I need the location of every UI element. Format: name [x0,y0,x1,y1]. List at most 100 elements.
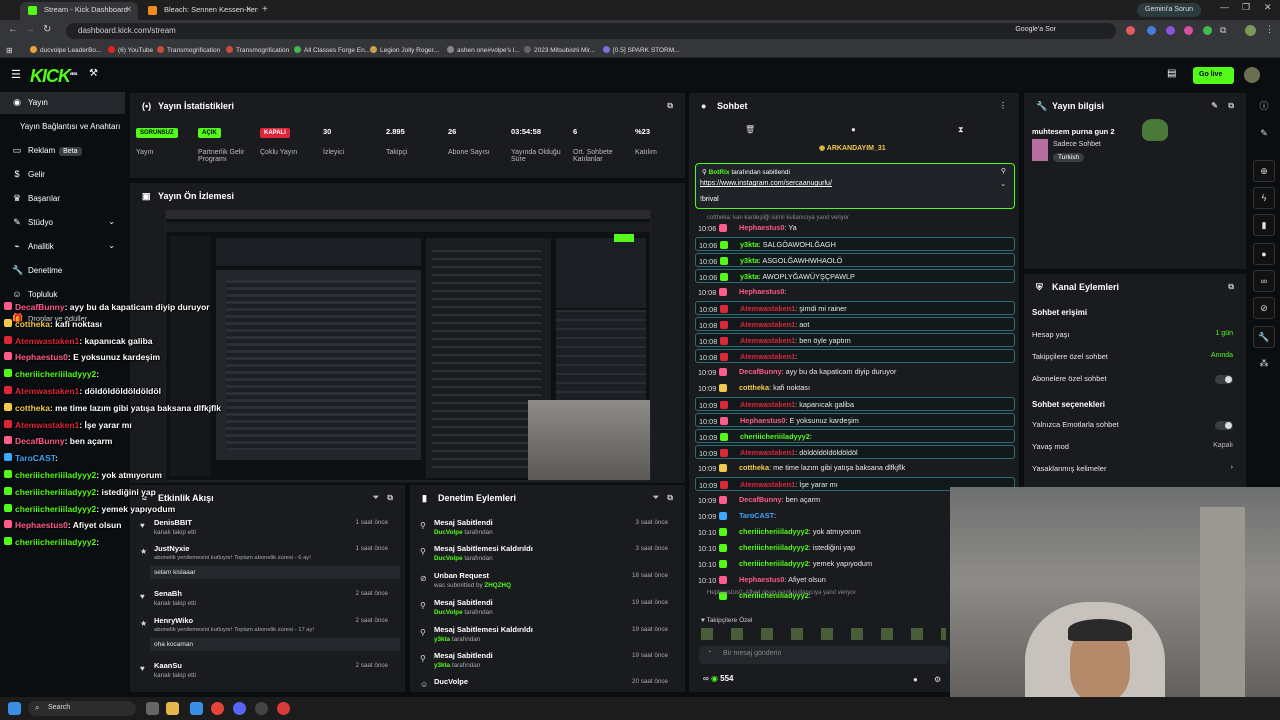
filter-icon[interactable]: ⏷ [373,493,379,503]
app-icon[interactable] [277,702,290,715]
chat-username[interactable]: Atemwastaken1 [740,352,795,361]
chat-message[interactable]: 10:09 Atemwastaken1: kapanıcak galiba [695,397,1015,411]
forward-icon[interactable]: → [25,24,35,35]
chat-username[interactable]: TaroCAST [739,511,774,520]
bookmark-item[interactable]: 2023 Mitsubishi Mir... [524,46,595,54]
tab-stream[interactable]: Stream - Kick Dashboard ✕ [20,2,138,20]
sidebar-item-basarilar[interactable]: ♛ Başarılar [0,188,125,210]
chat-username[interactable]: cheriiicheriiiladyyy2 [739,559,809,568]
minimize-icon[interactable]: — [1220,2,1229,12]
info-icon[interactable]: ⓘ [1253,96,1275,118]
lightning-icon[interactable]: ϟ [1253,187,1275,209]
gemini-button[interactable]: Gemini'a Sorun [1137,3,1202,17]
popout-icon[interactable]: ⧉ [1228,282,1234,292]
chat-username[interactable]: Atemwastaken1 [740,336,795,345]
chat-message[interactable]: 10:06 y3kta: SALGÖAWOHLĞAGH [695,237,1015,251]
document-icon[interactable]: ▮ [1253,214,1275,236]
gear-icon[interactable]: ⚙ [934,675,941,684]
store-icon[interactable]: ▤ [1167,68,1176,79]
sidebar-item-analitik[interactable]: ⌁ Analitik ⌄ [0,236,125,258]
edit-icon[interactable]: ✎ [1253,123,1275,145]
emote-only-toggle[interactable] [1215,421,1233,430]
chat-username[interactable]: Hephaestus0 [739,575,784,584]
bookmark-item[interactable]: ducvolpe LeaderBo... [30,46,101,54]
chat-message[interactable]: 10:08 Atemwastaken1: [695,349,1015,363]
bookmark-item[interactable]: [0.5] SPARK STORM... [603,46,680,54]
google-ask-button[interactable]: Google'a Sor [1015,26,1056,33]
back-icon[interactable]: ← [8,24,18,35]
popout-icon[interactable]: ⧉ [387,493,393,503]
pinned-link[interactable]: https://www.instagram.com/sercaanugurlu/ [700,180,832,187]
ban-icon[interactable]: ⊘ [1253,297,1275,319]
sidebar-item-stream-key[interactable]: Yayın Bağlantısı ve Anahtarı [0,116,125,138]
chat-message[interactable]: 10:08 Hephaestus0: [695,285,1015,299]
extension-icon[interactable] [1166,26,1175,35]
url-field[interactable]: dashboard.kick.com/stream Google'a Sor [66,23,1116,39]
taskbar-search[interactable]: ⌕ Search [28,701,136,716]
chat-username[interactable]: cheriiicheriiiladyyy2 [740,432,810,441]
emote-icon[interactable]: ● [913,675,918,684]
chat-username[interactable]: cottheka [739,383,769,392]
chevron-down-icon[interactable]: ⌄ [1000,180,1006,188]
extension-icon[interactable] [1184,26,1193,35]
close-tab-icon[interactable]: ✕ [125,5,132,14]
chat-message[interactable]: 10:06 y3kta: AWOPLYĞAWÜYŞÇPAWLP [695,269,1015,283]
chat-icon[interactable]: ● [1253,243,1275,265]
banned-words-row[interactable]: Yasaklanmış kelimeler › [1032,464,1237,478]
followers-only-row[interactable]: Takipçilere özel sohbet Anında [1032,352,1237,366]
chat-message[interactable]: 10:06 Hephaestus0: Ya [695,221,1015,235]
close-window-icon[interactable]: ✕ [1264,2,1272,13]
bookmark-item[interactable]: Legion Jolly Roger... [370,46,439,54]
file-explorer-icon[interactable] [166,702,179,715]
sidebar-item-gelir[interactable]: $ Gelir [0,164,125,186]
chat-username[interactable]: Atemwastaken1 [740,480,795,489]
app-icon[interactable] [190,702,203,715]
sidebar-item-yayin[interactable]: ◉ Yayın [0,92,125,114]
sidebar-item-denetime[interactable]: 🔧 Denetime [0,260,125,282]
extension-icon[interactable] [1126,26,1135,35]
chat-username[interactable]: Atemwastaken1 [740,320,795,329]
slow-mode-row[interactable]: Yavaş mod Kapalı [1032,442,1237,456]
chat-username[interactable]: y3kta [740,272,759,281]
chat-username[interactable]: DecafBunny [739,367,782,376]
chat-username[interactable]: cheriiicheriiiladyyy2 [739,527,809,536]
filter-icon[interactable]: ⏷ [653,493,659,503]
unpin-icon[interactable]: ⚲ [1001,167,1006,175]
discord-icon[interactable] [233,702,246,715]
hamburger-menu-icon[interactable]: ☰ [11,68,21,81]
chat-username[interactable]: cottheka [739,463,769,472]
chat-username[interactable]: Atemwastaken1 [740,304,795,313]
extension-icon[interactable] [1147,26,1156,35]
popout-icon[interactable]: ⧉ [667,101,673,111]
emote-row[interactable] [701,628,946,640]
chat-message[interactable]: 10:08 Atemwastaken1: ben öyle yaptım [695,333,1015,347]
chrome-icon[interactable] [211,702,224,715]
apps-grid-icon[interactable]: ⊞ [6,46,13,55]
bookmark-item[interactable]: (6) YouTube [108,46,153,54]
extensions-puzzle-icon[interactable]: ⧉ [1220,25,1226,36]
chat-message[interactable]: 10:09 DecafBunny: ayy bu da kapaticam diy… [695,365,1015,379]
chat-username[interactable]: y3kta [740,240,759,249]
edit-icon[interactable]: ✎ [1211,101,1218,110]
chat-username[interactable]: cheriiicheriiiladyyy2 [739,543,809,552]
chat-message[interactable]: 10:08 Atemwastaken1: aot [695,317,1015,331]
bookmark-item[interactable]: ashen one#volpe's l... [447,46,520,54]
close-tab-icon[interactable]: ✕ [245,5,252,14]
go-live-button[interactable]: Go live [1193,67,1234,84]
sidebar-item-studyo[interactable]: ✎ Stüdyo ⌄ [0,212,125,234]
more-options-icon[interactable]: ⋮ [999,101,1007,110]
maximize-icon[interactable]: ❐ [1242,2,1250,13]
layout-icon[interactable]: ⁂ [1253,353,1275,375]
chat-input[interactable]: ◔ Bir mesaj gönderin [699,646,949,664]
chat-icon[interactable]: ● [851,125,856,134]
new-tab-icon[interactable]: + [262,4,268,15]
subscribers-only-toggle[interactable] [1215,375,1233,384]
tab-bleach[interactable]: Bleach: Sennen Kessen-hen - K ✕ [140,2,258,20]
chat-username[interactable]: Hephaestus0 [739,223,784,232]
profile-avatar-icon[interactable] [1245,25,1256,36]
kick-logo[interactable]: KICKBETA [30,66,78,87]
chat-message[interactable]: 10:09 Hephaestus0: E yoksunuz kardeşim [695,413,1015,427]
chat-username[interactable]: Hephaestus0 [740,416,785,425]
hourglass-icon[interactable]: ⧗ [958,125,964,135]
browser-menu-icon[interactable]: ⋮ [1265,24,1274,35]
